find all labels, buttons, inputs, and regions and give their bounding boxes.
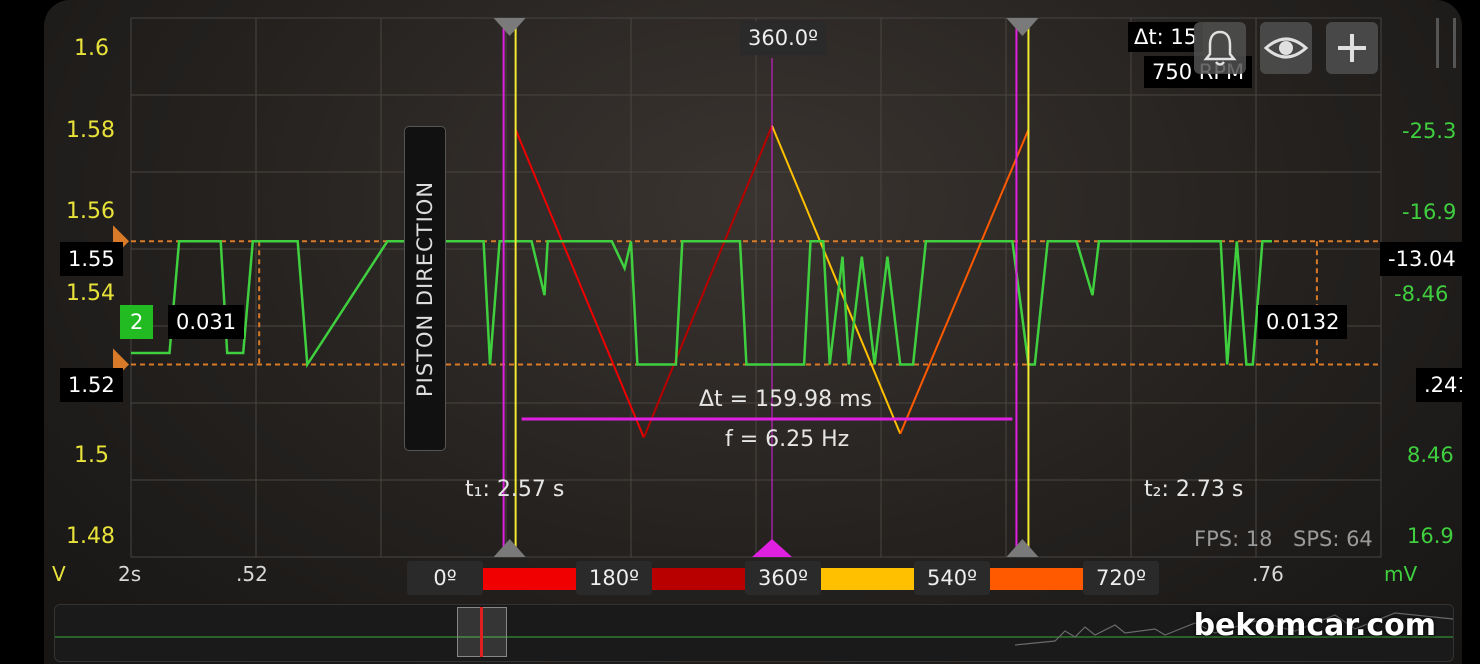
degree-label-180[interactable]: 180º [576,561,652,595]
cursor-bottom-handle [1006,539,1039,557]
right-axis-unit: mV [1384,562,1418,586]
left-axis-unit: V [52,562,66,586]
left-delta-readout: 0.031 [168,305,245,339]
add-button[interactable] [1326,22,1378,74]
degree-label-360[interactable]: 360º [745,561,821,595]
right-tick-5: 16.9 [1407,524,1454,548]
right-tick-3: -8.46 [1394,282,1449,306]
visibility-button[interactable] [1260,22,1312,74]
piston-direction-label: PISTON DIRECTION [413,180,437,397]
angle-top-readout: 360.0º [740,21,827,55]
channel-badge[interactable]: 2 [120,305,154,339]
right-tick-1: -25.3 [1402,119,1457,143]
piston-direction-panel[interactable]: PISTON DIRECTION [404,126,446,451]
right-tick-2: -16.9 [1402,200,1457,224]
signal-trace [131,240,1272,369]
right-tick-4: 8.46 [1407,443,1454,467]
x-tick-3: .76 [1252,562,1284,586]
x-tick-1: 2s [118,562,142,586]
crank-angle-segment [899,129,1030,435]
frequency-readout: f = 6.25 Hz [725,427,850,452]
right-upper-marker[interactable]: -13.04 [1380,242,1462,276]
delta-t-readout: Δt = 159.98 ms [699,387,872,412]
degree-label-0[interactable]: 0º [407,561,483,595]
degree-segment-540-720 [990,568,1083,590]
top-right-delta-readout: Δt: 15 [1128,22,1204,52]
degree-segment-180-360 [652,568,745,590]
fps-status: FPS: 18 [1194,527,1273,551]
degree-label-540[interactable]: 540º [914,561,990,595]
plot-area[interactable] [44,0,1462,600]
cursor-t1-label: t₁: 2.57 s [465,477,565,502]
alarm-button[interactable] [1194,22,1246,74]
eye-icon [1263,37,1309,59]
left-lower-marker[interactable]: 1.52 [60,368,123,402]
left-tick-2: 1.58 [66,118,115,143]
cursor-top-handle [493,18,526,36]
center-angle-handle [752,539,793,557]
degree-label-720[interactable]: 720º [1083,561,1159,595]
crank-angle-segment [514,129,645,439]
cursor-bottom-handle [493,539,526,557]
degree-segment-360-540 [821,568,914,590]
right-delta-readout: 0.0132 [1258,305,1348,339]
degree-segment-0-180 [483,568,576,590]
bell-icon [1203,30,1237,66]
left-tick-6: 1.48 [66,524,115,549]
sps-status: SPS: 64 [1293,527,1373,551]
cursor-t2-label: t₂: 2.73 s [1144,477,1244,502]
left-tick-1: 1.6 [74,36,109,61]
overview-position-line [480,607,483,657]
left-upper-marker[interactable]: 1.55 [60,242,123,276]
right-lower-marker[interactable]: .241 [1416,368,1462,402]
left-tick-3: 1.56 [66,199,115,224]
left-tick-5: 1.5 [74,443,109,468]
left-tick-4: 1.54 [66,281,115,306]
oscilloscope-screen: 1.6 1.58 1.56 1.54 1.5 1.48 V -25.3 -16.… [44,0,1462,664]
brand-watermark: bekomcar.com [1193,608,1436,643]
panel-drag-handle[interactable] [1436,18,1456,68]
x-tick-2: .52 [236,562,268,586]
cursor-top-handle [1006,18,1039,36]
plus-icon [1338,34,1366,62]
